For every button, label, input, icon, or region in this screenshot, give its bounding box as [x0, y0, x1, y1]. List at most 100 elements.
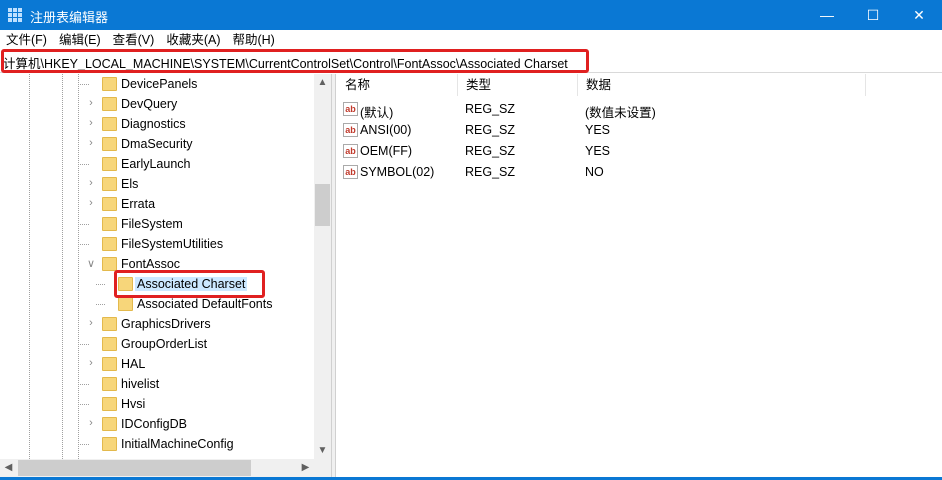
tree-item-label: hivelist	[121, 377, 160, 391]
tree-item[interactable]: InitialMachineConfig	[0, 434, 314, 454]
chevron-right-icon[interactable]: ›	[86, 317, 96, 331]
folder-icon	[102, 357, 117, 371]
chevron-right-icon[interactable]: ›	[86, 137, 96, 151]
scroll-down-icon[interactable]: ▼	[314, 442, 331, 459]
value-row[interactable]: ab ANSI(00) REG_SZ YES	[337, 120, 937, 141]
tree-item[interactable]: › DevQuery	[0, 94, 314, 114]
column-header-name[interactable]: 名称	[337, 74, 458, 96]
chevron-right-icon[interactable]: ›	[86, 197, 96, 211]
folder-icon	[102, 257, 117, 271]
folder-icon	[102, 377, 117, 391]
tree-item[interactable]: › Diagnostics	[0, 114, 314, 134]
column-header-data[interactable]: 数据	[578, 74, 866, 96]
folder-icon	[102, 417, 117, 431]
value-name: SYMBOL(02)	[360, 165, 435, 179]
value-type: REG_SZ	[465, 123, 516, 137]
scroll-thumb[interactable]	[315, 184, 330, 226]
scroll-up-icon[interactable]: ▲	[314, 74, 331, 91]
scroll-left-icon[interactable]: ◀	[0, 459, 17, 476]
scroll-right-icon[interactable]: ▶	[297, 459, 314, 476]
menu-file[interactable]: 文件(F)	[0, 30, 53, 50]
folder-icon	[102, 437, 117, 451]
window-title: 注册表编辑器	[30, 10, 109, 25]
chevron-right-icon[interactable]: ›	[86, 417, 96, 431]
tree-item[interactable]: hivelist	[0, 374, 314, 394]
value-row[interactable]: ab OEM(FF) REG_SZ YES	[337, 141, 937, 162]
value-row[interactable]: ab (默认) REG_SZ (数值未设置)	[337, 99, 937, 120]
value-type: REG_SZ	[465, 102, 516, 116]
string-value-icon: ab	[343, 123, 358, 137]
tree-item[interactable]: › HAL	[0, 354, 314, 374]
menu-edit[interactable]: 编辑(E)	[53, 30, 107, 50]
chevron-down-icon[interactable]: ∨	[86, 257, 96, 271]
tree-item-label: GroupOrderList	[121, 337, 208, 351]
tree-item[interactable]: › GraphicsDrivers	[0, 314, 314, 334]
folder-icon	[102, 117, 117, 131]
value-type: REG_SZ	[465, 165, 516, 179]
folder-icon	[102, 337, 117, 351]
maximize-button[interactable]: ☐	[850, 0, 896, 30]
menu-view[interactable]: 查看(V)	[107, 30, 161, 50]
string-value-icon: ab	[343, 102, 358, 116]
tree-connector	[80, 84, 89, 85]
tree-item-label: HAL	[121, 357, 146, 371]
tree-item-label: DevicePanels	[121, 77, 198, 91]
tree-item-label: Associated DefaultFonts	[137, 297, 273, 311]
tree-horizontal-scrollbar[interactable]: ◀ ▶	[0, 459, 331, 477]
scroll-thumb-horizontal[interactable]	[18, 460, 251, 476]
chevron-right-icon[interactable]: ›	[86, 177, 96, 191]
key-tree: DevicePanels › DevQuery › Diagnostics › DmaSec…	[0, 74, 314, 459]
title-bar: 注册表编辑器 — ☐ ✕	[0, 0, 942, 30]
tree-item[interactable]: EarlyLaunch	[0, 154, 314, 174]
tree-item[interactable]: › Errata	[0, 194, 314, 214]
regedit-app-icon	[8, 8, 22, 22]
tree-connector	[96, 284, 105, 285]
chevron-right-icon[interactable]: ›	[86, 357, 96, 371]
folder-icon	[102, 77, 117, 91]
folder-icon	[102, 217, 117, 231]
tree-item[interactable]: › IDConfigDB	[0, 414, 314, 434]
tree-item-label: FileSystemUtilities	[121, 237, 224, 251]
tree-connector	[80, 164, 89, 165]
tree-item-label: DevQuery	[121, 97, 178, 111]
chevron-right-icon[interactable]: ›	[86, 97, 96, 111]
value-data: NO	[585, 165, 604, 179]
tree-vertical-scrollbar[interactable]: ▲ ▼	[314, 74, 331, 459]
tree-connector	[80, 244, 89, 245]
tree-item-label: FontAssoc	[121, 257, 181, 271]
tree-item[interactable]: › Els	[0, 174, 314, 194]
tree-item[interactable]: Hvsi	[0, 394, 314, 414]
address-highlight-box	[1, 49, 589, 73]
tree-item-label: Els	[121, 177, 139, 191]
address-bar[interactable]: 计算机\HKEY_LOCAL_MACHINE\SYSTEM\CurrentCon…	[0, 49, 942, 73]
tree-item[interactable]: FileSystemUtilities	[0, 234, 314, 254]
folder-icon	[118, 297, 133, 311]
minimize-button[interactable]: —	[804, 0, 850, 30]
tree-item[interactable]: DevicePanels	[0, 74, 314, 94]
tree-item[interactable]: GroupOrderList	[0, 334, 314, 354]
menu-help[interactable]: 帮助(H)	[226, 30, 280, 50]
folder-icon	[102, 197, 117, 211]
chevron-right-icon[interactable]: ›	[86, 117, 96, 131]
value-row[interactable]: ab SYMBOL(02) REG_SZ NO	[337, 162, 937, 183]
folder-icon	[102, 137, 117, 151]
menu-favorites[interactable]: 收藏夹(A)	[160, 30, 226, 50]
tree-item[interactable]: FileSystem	[0, 214, 314, 234]
value-data: YES	[585, 144, 611, 158]
value-data: YES	[585, 123, 611, 137]
tree-item[interactable]: › DmaSecurity	[0, 134, 314, 154]
close-button[interactable]: ✕	[896, 0, 942, 30]
tree-item-label: Errata	[121, 197, 156, 211]
tree-item-label: DmaSecurity	[121, 137, 193, 151]
folder-icon	[102, 317, 117, 331]
tree-item-label: Hvsi	[121, 397, 146, 411]
folder-icon	[102, 237, 117, 251]
column-header-type[interactable]: 类型	[458, 74, 578, 96]
string-value-icon: ab	[343, 144, 358, 158]
folder-icon	[102, 157, 117, 171]
selected-key-highlight-box	[114, 270, 265, 298]
tree-item-label: GraphicsDrivers	[121, 317, 211, 331]
tree-item-label: InitialMachineConfig	[121, 437, 234, 451]
pane-splitter[interactable]	[331, 74, 336, 477]
tree-connector	[80, 384, 89, 385]
